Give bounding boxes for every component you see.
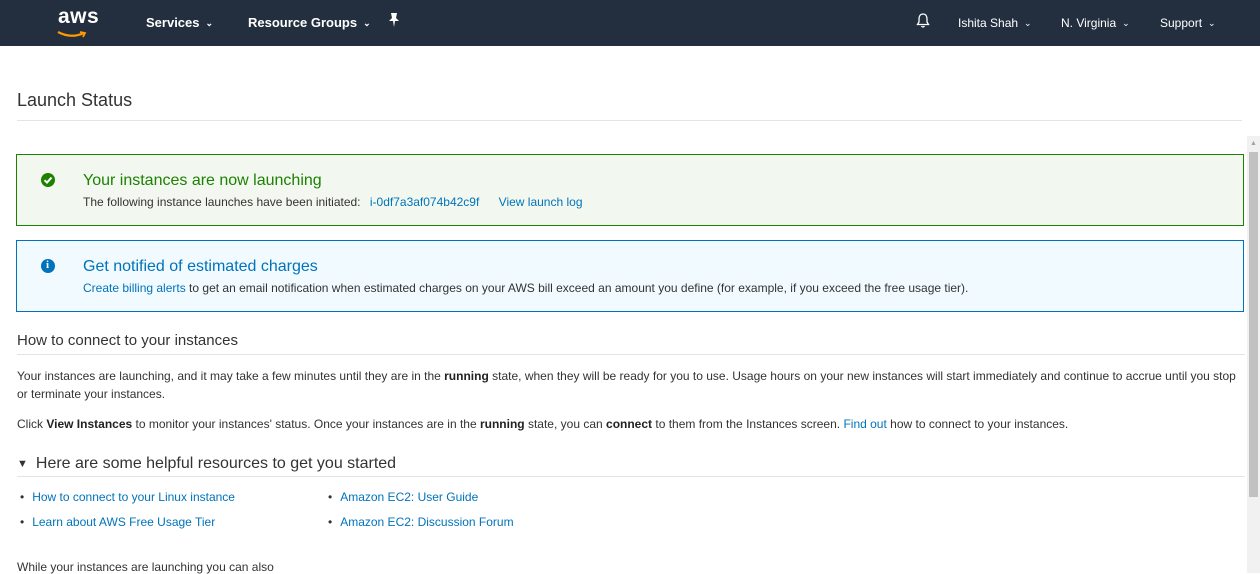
info-title: Get notified of estimated charges (83, 258, 318, 275)
bold-connect: connect (606, 417, 653, 431)
resources-divider (17, 476, 1245, 477)
page-title: Launch Status (17, 90, 133, 110)
resources-heading: Here are some helpful resources to get y… (35, 455, 397, 472)
user-guide-link[interactable]: Amazon EC2: User Guide (340, 490, 478, 504)
scrollbar-thumb[interactable] (1249, 152, 1258, 497)
user-menu[interactable]: Ishita Shah ⌄ (958, 16, 1032, 30)
discussion-forum-link[interactable]: Amazon EC2: Discussion Forum (340, 515, 513, 529)
list-item: • Learn about AWS Free Usage Tier (20, 515, 215, 529)
caret-down-icon: ▼ (17, 458, 28, 470)
chevron-down-icon: ⌄ (205, 18, 214, 28)
support-label: Support (1160, 16, 1203, 30)
text-span: to monitor your instances' status. Once … (132, 417, 480, 431)
view-launch-log-link[interactable]: View launch log (499, 195, 583, 209)
bold-running: running (444, 369, 489, 383)
scroll-up-arrow-icon[interactable]: ▲ (1250, 140, 1257, 147)
bullet: • (328, 515, 333, 529)
pin-icon[interactable] (388, 13, 400, 30)
bullet: • (20, 515, 25, 529)
linux-connect-link[interactable]: How to connect to your Linux instance (32, 490, 235, 504)
info-text: to get an email notification when estima… (185, 281, 969, 295)
list-item: • Amazon EC2: Discussion Forum (328, 515, 514, 529)
services-menu[interactable]: Services ⌄ (146, 15, 213, 30)
footer-text: While your instances are launching you c… (17, 560, 274, 574)
text-span: how to connect to your instances. (886, 417, 1069, 431)
resources-toggle[interactable]: ▼ Here are some helpful resources to get … (17, 455, 396, 473)
connect-paragraph-1: Your instances are launching, and it may… (17, 367, 1242, 403)
title-divider (17, 120, 1242, 121)
connect-divider (17, 354, 1245, 355)
aws-logo[interactable]: aws (50, 4, 100, 40)
success-text: The following instance launches have bee… (83, 195, 361, 209)
bullet: • (328, 490, 333, 504)
chevron-down-icon: ⌄ (363, 18, 371, 28)
connect-heading: How to connect to your instances (17, 332, 238, 349)
user-name: Ishita Shah (958, 16, 1019, 30)
text-span: state, you can (524, 417, 607, 431)
list-item: • How to connect to your Linux instance (20, 490, 235, 504)
bullet: • (20, 490, 25, 504)
chevron-down-icon: ⌄ (1122, 18, 1130, 28)
check-circle-icon (41, 173, 55, 187)
support-menu[interactable]: Support ⌄ (1160, 16, 1216, 30)
chevron-down-icon: ⌄ (1208, 18, 1216, 28)
bold-view-instances: View Instances (46, 417, 133, 431)
billing-info-alert: i Get notified of estimated charges Crea… (16, 240, 1244, 312)
chevron-down-icon: ⌄ (1024, 18, 1032, 28)
info-message: Create billing alerts to get an email no… (83, 281, 968, 295)
success-message: The following instance launches have bee… (83, 195, 583, 209)
connect-paragraph-2: Click View Instances to monitor your ins… (17, 415, 1242, 433)
page-scrollbar[interactable]: ▲ (1247, 136, 1260, 573)
aws-smile-icon (57, 31, 87, 38)
region-name: N. Virginia (1061, 16, 1117, 30)
resource-groups-label: Resource Groups (248, 15, 358, 30)
instance-id-link[interactable]: i-0df7a3af074b42c9f (370, 195, 479, 209)
bell-icon[interactable] (916, 13, 930, 32)
bold-running: running (479, 417, 525, 431)
create-billing-alerts-link[interactable]: Create billing alerts (83, 281, 186, 295)
aws-logo-text: aws (58, 5, 100, 28)
find-out-link[interactable]: Find out (843, 417, 886, 431)
top-nav-bar: aws Services ⌄ Resource Groups ⌄ Ishita Sh… (0, 0, 1260, 46)
services-label: Services (146, 15, 200, 30)
info-circle-icon: i (41, 259, 55, 273)
resource-groups-menu[interactable]: Resource Groups ⌄ (248, 15, 371, 30)
text-span: to them from the Instances screen. (652, 417, 844, 431)
text-span: Your instances are launching, and it may… (17, 369, 445, 383)
success-title: Your instances are now launching (83, 172, 322, 189)
text-span: Click (17, 417, 47, 431)
free-tier-link[interactable]: Learn about AWS Free Usage Tier (32, 515, 215, 529)
list-item: • Amazon EC2: User Guide (328, 490, 478, 504)
region-menu[interactable]: N. Virginia ⌄ (1061, 16, 1130, 30)
launch-success-alert: Your instances are now launching The fol… (16, 154, 1244, 226)
